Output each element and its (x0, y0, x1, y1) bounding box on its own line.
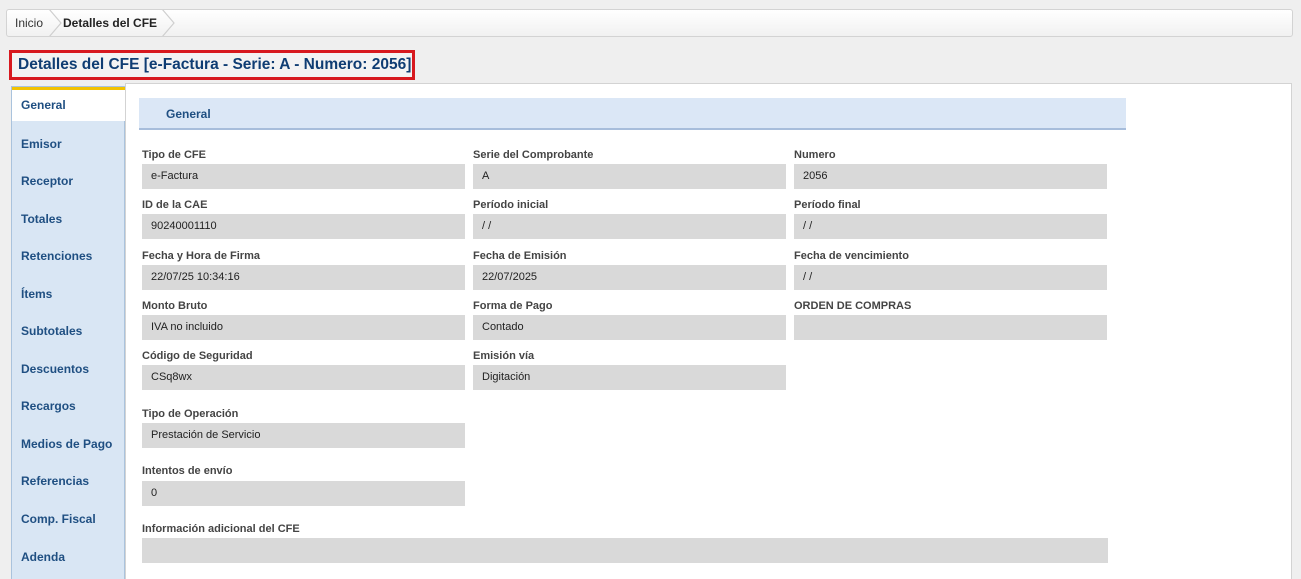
monto-bruto-label: Monto Bruto (142, 300, 208, 312)
codigo-seguridad-field: CSq8wx (142, 365, 465, 390)
tab-general[interactable]: General (12, 87, 126, 121)
intentos-envio-label: Intentos de envío (142, 465, 233, 477)
intentos-envio-field: 0 (142, 481, 465, 506)
fecha-emision-field: 22/07/2025 (473, 265, 786, 290)
section-header: General (139, 98, 1126, 130)
codigo-seguridad-label: Código de Seguridad (142, 350, 253, 362)
breadcrumb-current: Detalles del CFE (63, 16, 158, 30)
tipo-cfe-label: Tipo de CFE (142, 149, 206, 161)
tab-descuentos[interactable]: Descuentos (12, 352, 125, 386)
periodo-inicial-label: Período inicial (473, 199, 549, 211)
serie-field: A (473, 164, 786, 189)
fecha-vencimiento-label: Fecha de vencimiento (794, 250, 909, 262)
id-cae-label: ID de la CAE (142, 199, 208, 211)
orden-compras-field (794, 315, 1107, 340)
monto-bruto-field: IVA no incluido (142, 315, 465, 340)
emision-via-label: Emisión vía (473, 350, 535, 362)
tab-items[interactable]: Ítems (12, 277, 125, 311)
periodo-final-field: / / (794, 214, 1107, 239)
section-title: General (166, 107, 211, 121)
tab-adenda[interactable]: Adenda (12, 540, 125, 574)
info-adicional-label: Información adicional del CFE (142, 523, 300, 535)
tab-recargos[interactable]: Recargos (12, 389, 125, 423)
tab-emisor[interactable]: Emisor (12, 127, 125, 161)
tipo-operacion-field: Prestación de Servicio (142, 423, 465, 448)
breadcrumb: Inicio Detalles del CFE (6, 9, 1293, 37)
tab-retenciones[interactable]: Retenciones (12, 239, 125, 273)
tab-referencias[interactable]: Referencias (12, 464, 125, 498)
info-adicional-field (142, 538, 1108, 563)
orden-compras-label: ORDEN DE COMPRAS (794, 300, 912, 312)
page-title: Detalles del CFE [e-Factura - Serie: A -… (18, 56, 412, 73)
fecha-firma-label: Fecha y Hora de Firma (142, 250, 260, 262)
fecha-firma-field: 22/07/25 10:34:16 (142, 265, 465, 290)
tab-receptor[interactable]: Receptor (12, 164, 125, 198)
tipo-cfe-field: e-Factura (142, 164, 465, 189)
breadcrumb-home-link[interactable]: Inicio (15, 10, 43, 36)
tab-medios-de-pago[interactable]: Medios de Pago (12, 427, 125, 461)
page-title-box: Detalles del CFE [e-Factura - Serie: A -… (9, 50, 415, 80)
periodo-final-label: Período final (794, 199, 861, 211)
numero-field: 2056 (794, 164, 1107, 189)
tab-totales[interactable]: Totales (12, 202, 125, 236)
tipo-operacion-label: Tipo de Operación (142, 408, 239, 420)
tab-subtotales[interactable]: Subtotales (12, 314, 125, 348)
periodo-inicial-field: / / (473, 214, 786, 239)
id-cae-field: 90240001110 (142, 214, 465, 239)
emision-via-field: Digitación (473, 365, 786, 390)
forma-pago-field: Contado (473, 315, 786, 340)
numero-label: Numero (794, 149, 836, 161)
tab-comp-fiscal[interactable]: Comp. Fiscal (12, 502, 125, 536)
vertical-tabs: General Emisor Receptor Totales Retencio… (11, 86, 126, 579)
tab-content-panel: General Tipo de CFE e-Factura Serie del … (125, 83, 1292, 579)
fecha-vencimiento-field: / / (794, 265, 1107, 290)
serie-label: Serie del Comprobante (473, 149, 594, 161)
fecha-emision-label: Fecha de Emisión (473, 250, 567, 262)
forma-pago-label: Forma de Pago (473, 300, 553, 312)
